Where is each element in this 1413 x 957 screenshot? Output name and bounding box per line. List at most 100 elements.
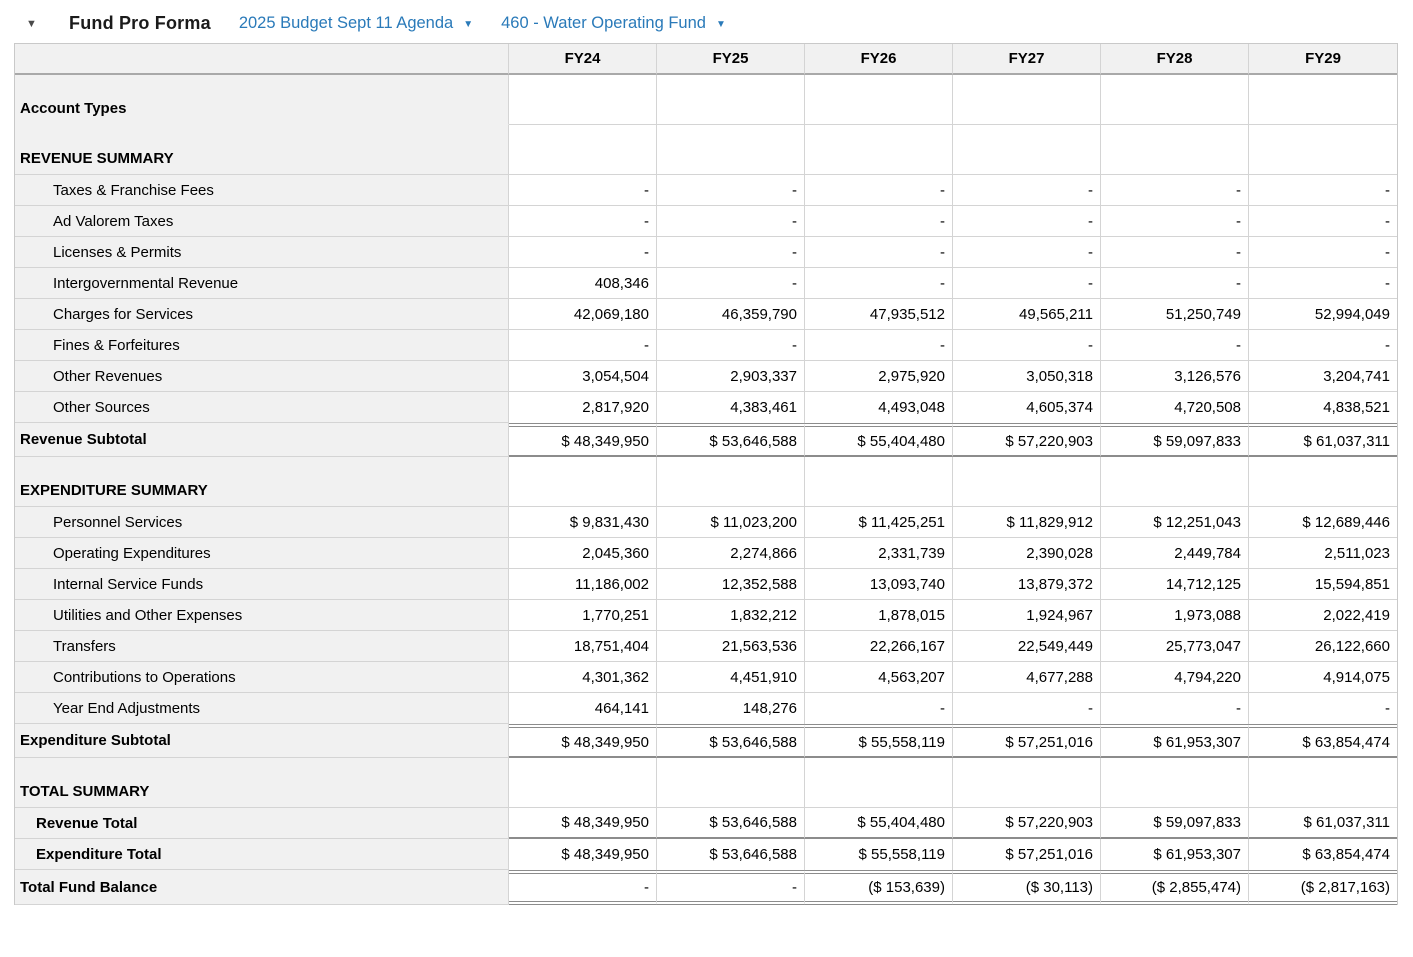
value-cell: 14,712,125 bbox=[1101, 569, 1249, 600]
row-label: Revenue Subtotal bbox=[15, 423, 509, 457]
row-label: Transfers bbox=[15, 631, 509, 662]
value-cell: $ 63,854,474 bbox=[1249, 839, 1397, 870]
value-cell bbox=[953, 125, 1101, 175]
row-label: Year End Adjustments bbox=[15, 693, 509, 724]
page-title: Fund Pro Forma bbox=[69, 13, 211, 34]
value-cell: 2,511,023 bbox=[1249, 538, 1397, 569]
fund-dropdown-label[interactable]: 460 - Water Operating Fund bbox=[501, 14, 706, 33]
row-label: Personnel Services bbox=[15, 507, 509, 538]
table-row: EXPENDITURE SUMMARY bbox=[15, 457, 1397, 507]
value-cell: 11,186,002 bbox=[509, 569, 657, 600]
row-label: Account Types bbox=[15, 75, 509, 125]
value-cell: - bbox=[657, 237, 805, 268]
value-cell: - bbox=[805, 693, 953, 724]
table-row: Intergovernmental Revenue408,346----- bbox=[15, 268, 1397, 299]
table-row: Revenue Subtotal$ 48,349,950$ 53,646,588… bbox=[15, 423, 1397, 457]
value-cell: - bbox=[805, 268, 953, 299]
value-cell: $ 48,349,950 bbox=[509, 423, 657, 457]
value-cell bbox=[953, 457, 1101, 507]
column-header-row: FY24FY25FY26FY27FY28FY29 bbox=[15, 44, 1397, 75]
table-row: Taxes & Franchise Fees------ bbox=[15, 175, 1397, 206]
value-cell: - bbox=[1249, 175, 1397, 206]
column-header-fy: FY26 bbox=[805, 44, 953, 75]
value-cell: 148,276 bbox=[657, 693, 805, 724]
value-cell: 4,563,207 bbox=[805, 662, 953, 693]
row-label: Internal Service Funds bbox=[15, 569, 509, 600]
value-cell: $ 53,646,588 bbox=[657, 423, 805, 457]
value-cell: $ 57,251,016 bbox=[953, 724, 1101, 758]
table-row: Year End Adjustments464,141148,276---- bbox=[15, 693, 1397, 724]
chevron-down-icon[interactable]: ▼ bbox=[463, 17, 473, 30]
value-cell: $ 59,097,833 bbox=[1101, 423, 1249, 457]
table-row: Internal Service Funds11,186,00212,352,5… bbox=[15, 569, 1397, 600]
value-cell: 21,563,536 bbox=[657, 631, 805, 662]
value-cell: - bbox=[953, 175, 1101, 206]
collapse-caret-icon[interactable]: ▼ bbox=[26, 18, 40, 30]
value-cell: - bbox=[657, 206, 805, 237]
row-label: Utilities and Other Expenses bbox=[15, 600, 509, 631]
value-cell bbox=[805, 125, 953, 175]
value-cell: 3,126,576 bbox=[1101, 361, 1249, 392]
table-row: Charges for Services42,069,18046,359,790… bbox=[15, 299, 1397, 330]
value-cell: 4,451,910 bbox=[657, 662, 805, 693]
value-cell: $ 55,558,119 bbox=[805, 724, 953, 758]
value-cell bbox=[805, 758, 953, 808]
value-cell bbox=[805, 457, 953, 507]
table-row: Expenditure Total$ 48,349,950$ 53,646,58… bbox=[15, 839, 1397, 870]
value-cell: 4,301,362 bbox=[509, 662, 657, 693]
value-cell: 2,022,419 bbox=[1249, 600, 1397, 631]
value-cell bbox=[1101, 75, 1249, 125]
value-cell: 12,352,588 bbox=[657, 569, 805, 600]
value-cell: - bbox=[1101, 693, 1249, 724]
value-cell: 4,493,048 bbox=[805, 392, 953, 423]
value-cell: 3,050,318 bbox=[953, 361, 1101, 392]
value-cell: $ 61,037,311 bbox=[1249, 808, 1397, 839]
column-header-fy: FY24 bbox=[509, 44, 657, 75]
column-header-fy: FY27 bbox=[953, 44, 1101, 75]
row-label: Other Revenues bbox=[15, 361, 509, 392]
value-cell: $ 55,558,119 bbox=[805, 839, 953, 870]
table-row: Operating Expenditures2,045,3602,274,866… bbox=[15, 538, 1397, 569]
value-cell: 51,250,749 bbox=[1101, 299, 1249, 330]
column-header-fy: FY28 bbox=[1101, 44, 1249, 75]
value-cell: 2,390,028 bbox=[953, 538, 1101, 569]
value-cell: ($ 30,113) bbox=[953, 870, 1101, 905]
row-label: Contributions to Operations bbox=[15, 662, 509, 693]
value-cell: - bbox=[1101, 237, 1249, 268]
value-cell: - bbox=[657, 175, 805, 206]
toolbar: ▼ Fund Pro Forma 2025 Budget Sept 11 Age… bbox=[0, 0, 1413, 43]
value-cell: 1,878,015 bbox=[805, 600, 953, 631]
chevron-down-icon[interactable]: ▼ bbox=[716, 17, 726, 30]
value-cell: 18,751,404 bbox=[509, 631, 657, 662]
value-cell: 4,794,220 bbox=[1101, 662, 1249, 693]
value-cell: - bbox=[953, 330, 1101, 361]
value-cell: - bbox=[657, 330, 805, 361]
table-row: REVENUE SUMMARY bbox=[15, 125, 1397, 175]
row-label: Taxes & Franchise Fees bbox=[15, 175, 509, 206]
value-cell: 15,594,851 bbox=[1249, 569, 1397, 600]
budget-dropdown[interactable]: 2025 Budget Sept 11 Agenda ▼ bbox=[239, 14, 473, 33]
value-cell: 49,565,211 bbox=[953, 299, 1101, 330]
value-cell: - bbox=[1249, 330, 1397, 361]
value-cell: 42,069,180 bbox=[509, 299, 657, 330]
value-cell: $ 48,349,950 bbox=[509, 724, 657, 758]
value-cell: 4,838,521 bbox=[1249, 392, 1397, 423]
row-label: Revenue Total bbox=[15, 808, 509, 839]
value-cell: - bbox=[805, 237, 953, 268]
value-cell bbox=[509, 125, 657, 175]
budget-dropdown-label[interactable]: 2025 Budget Sept 11 Agenda bbox=[239, 14, 453, 33]
value-cell: 3,054,504 bbox=[509, 361, 657, 392]
fund-dropdown[interactable]: 460 - Water Operating Fund ▼ bbox=[501, 14, 726, 33]
value-cell bbox=[953, 75, 1101, 125]
row-label: TOTAL SUMMARY bbox=[15, 758, 509, 808]
value-cell: 4,677,288 bbox=[953, 662, 1101, 693]
row-label: REVENUE SUMMARY bbox=[15, 125, 509, 175]
row-label: Operating Expenditures bbox=[15, 538, 509, 569]
value-cell: - bbox=[509, 175, 657, 206]
table-row: TOTAL SUMMARY bbox=[15, 758, 1397, 808]
row-label: Fines & Forfeitures bbox=[15, 330, 509, 361]
table-row: Other Sources2,817,9204,383,4614,493,048… bbox=[15, 392, 1397, 423]
value-cell: - bbox=[1101, 175, 1249, 206]
value-cell: 4,720,508 bbox=[1101, 392, 1249, 423]
value-cell: 4,383,461 bbox=[657, 392, 805, 423]
